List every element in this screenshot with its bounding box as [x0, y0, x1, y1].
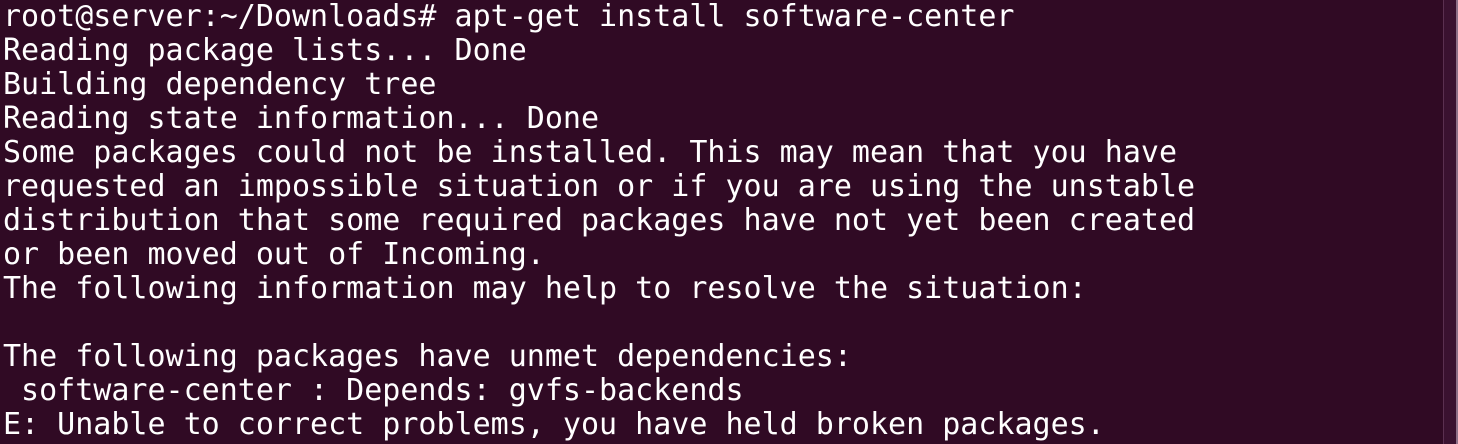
- terminal-output-line: Building dependency tree: [3, 67, 437, 102]
- terminal-output-line: Some packages could not be installed. Th…: [3, 135, 1177, 170]
- terminal-output-line: distribution that some required packages…: [3, 203, 1196, 238]
- terminal-output-line: software-center : Depends: gvfs-backends: [3, 373, 744, 408]
- terminal-output: root@server:~/Downloads# apt-get install…: [3, 0, 1443, 442]
- terminal-error-line: E: Unable to correct problems, you have …: [3, 407, 1105, 442]
- terminal-output-line: or been moved out of Incoming.: [3, 237, 545, 272]
- terminal-output-line: The following packages have unmet depend…: [3, 339, 852, 374]
- terminal-output-line: requested an impossible situation or if …: [3, 169, 1196, 204]
- terminal-command-line: root@server:~/Downloads# apt-get install…: [3, 0, 1015, 34]
- terminal-output-line: Reading state information... Done: [3, 101, 600, 136]
- terminal-scrollbar[interactable]: [1443, 0, 1458, 444]
- terminal-output-line: The following information may help to re…: [3, 271, 1087, 306]
- terminal-output-line: Reading package lists... Done: [3, 33, 527, 68]
- terminal-window[interactable]: root@server:~/Downloads# apt-get install…: [0, 0, 1458, 444]
